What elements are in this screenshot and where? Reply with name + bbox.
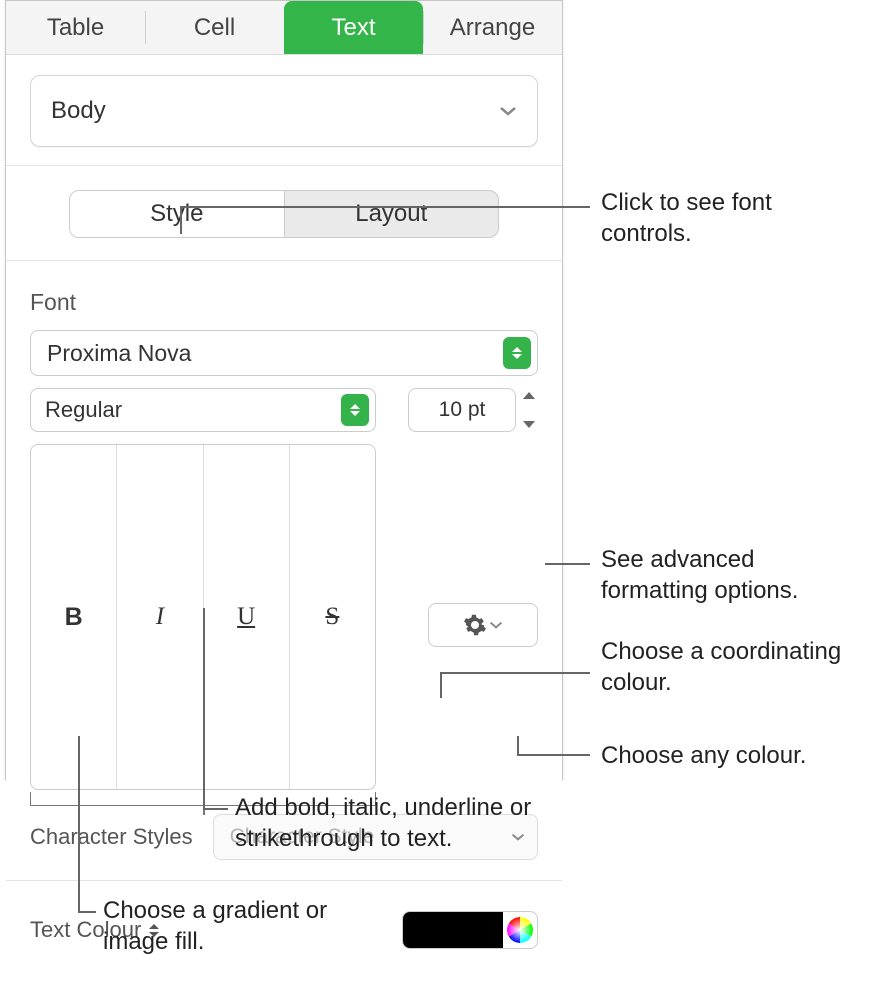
callout-coord-colour: Choose a coordinating colour. <box>601 636 861 698</box>
callout-line <box>180 206 590 208</box>
subtab-layout[interactable]: Layout <box>285 191 499 237</box>
callout-gradient: Choose a gradient or image fill. <box>103 895 343 957</box>
callout-any-colour: Choose any colour. <box>601 740 861 771</box>
stepper-icon <box>503 337 531 369</box>
font-family-select[interactable]: Proxima Nova <box>30 330 538 376</box>
font-size-stepper[interactable] <box>520 392 538 428</box>
colour-wheel-icon <box>507 917 533 943</box>
callout-advanced: See advanced formatting options. <box>601 544 861 606</box>
character-styles-label: Character Styles <box>30 824 193 850</box>
subtab-style[interactable]: Style <box>70 191 285 237</box>
tab-arrange[interactable]: Arrange <box>423 1 562 54</box>
stepper-icon <box>341 394 369 426</box>
callout-line <box>440 672 590 674</box>
divider <box>6 165 562 166</box>
callout-font-controls: Click to see font controls. <box>601 187 851 249</box>
tab-cell[interactable]: Cell <box>145 1 284 54</box>
font-weight-value: Regular <box>45 397 122 423</box>
style-layout-segmented: Style Layout <box>69 190 499 238</box>
callout-line <box>440 672 442 698</box>
font-weight-select[interactable]: Regular <box>30 388 376 432</box>
italic-button[interactable]: I <box>117 445 203 789</box>
callout-line <box>203 808 228 810</box>
font-family-value: Proxima Nova <box>47 340 191 367</box>
chevron-down-icon <box>489 621 503 629</box>
callout-line <box>517 754 590 756</box>
paragraph-style-select[interactable]: Body <box>30 75 538 147</box>
inspector-panel: Table Cell Text Arrange Body Style Layou… <box>5 0 563 780</box>
callout-bius: Add bold, italic, underline or strikethr… <box>235 792 555 854</box>
font-size-value: 10 pt <box>439 398 486 422</box>
strikethrough-button[interactable]: S <box>290 445 375 789</box>
tab-text[interactable]: Text <box>284 1 423 54</box>
colour-wheel-button[interactable] <box>503 913 537 947</box>
divider <box>6 880 562 881</box>
callout-line <box>545 563 590 565</box>
bold-button[interactable]: B <box>31 445 117 789</box>
colour-swatch[interactable] <box>403 912 503 948</box>
callout-line <box>78 911 96 913</box>
paragraph-style-value: Body <box>51 97 106 125</box>
tab-table[interactable]: Table <box>6 1 145 54</box>
callout-line <box>180 206 182 234</box>
chevron-down-icon <box>499 106 517 116</box>
callout-line <box>203 608 205 808</box>
underline-button[interactable]: U <box>204 445 290 789</box>
callout-line <box>78 736 80 911</box>
font-size-field[interactable]: 10 pt <box>408 388 516 432</box>
divider <box>6 260 562 261</box>
gear-icon <box>463 613 487 637</box>
advanced-options-button[interactable] <box>428 603 538 647</box>
font-section-label: Font <box>30 289 538 316</box>
callout-line <box>517 736 519 754</box>
colour-controls <box>402 911 538 949</box>
top-tabs: Table Cell Text Arrange <box>6 1 562 55</box>
